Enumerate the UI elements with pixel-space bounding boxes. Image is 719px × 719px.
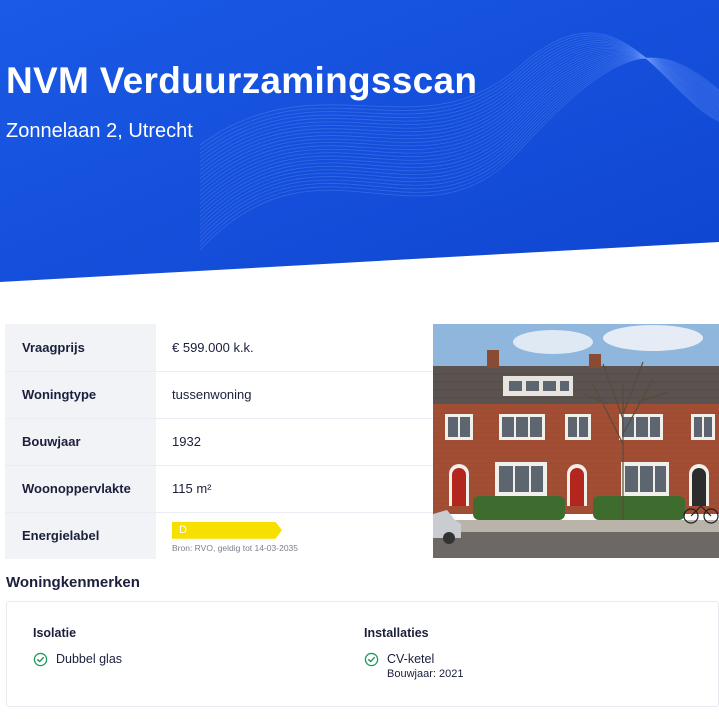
- installaties-item-label: CV-ketel: [387, 652, 435, 666]
- table-row: Woonoppervlakte 115 m²: [5, 465, 433, 513]
- list-item: Dubbel glas: [33, 652, 122, 667]
- house-photo: [433, 324, 719, 558]
- row-label-woonoppervlakte: Woonoppervlakte: [5, 465, 156, 513]
- row-value-energielabel: D Bron: RVO, geldig tot 14-03-2035: [156, 512, 433, 559]
- isolatie-item-label: Dubbel glas: [56, 652, 123, 666]
- features-card: Isolatie Dubbel glas Installaties CV-ket…: [6, 601, 719, 707]
- property-address: Zonnelaan 2, Utrecht: [6, 120, 193, 142]
- row-value-woningtype: tussenwoning: [156, 371, 433, 419]
- table-row: Vraagprijs € 599.000 k.k.: [5, 324, 433, 372]
- row-label-vraagprijs: Vraagprijs: [5, 324, 156, 372]
- isolatie-column: Isolatie Dubbel glas: [33, 626, 122, 667]
- page-title: NVM Verduurzamingsscan: [6, 60, 478, 101]
- energy-label-source: Bron: RVO, geldig tot 14-03-2035: [172, 542, 299, 553]
- table-row: Woningtype tussenwoning: [5, 371, 433, 419]
- check-circle-icon: [364, 652, 379, 667]
- isolatie-title: Isolatie: [33, 626, 77, 640]
- table-row: Energielabel D Bron: RVO, geldig tot 14-…: [5, 512, 433, 559]
- installaties-title: Installaties: [364, 626, 429, 640]
- list-item: CV-ketel Bouwjaar: 2021: [364, 652, 463, 680]
- section-title-woningkenmerken: Woningkenmerken: [6, 574, 140, 591]
- installaties-item-sub: Bouwjaar: 2021: [387, 668, 464, 680]
- row-label-bouwjaar: Bouwjaar: [5, 418, 156, 466]
- row-value-woonoppervlakte: 115 m²: [156, 465, 433, 513]
- hero-banner: NVM Verduurzamingsscan Zonnelaan 2, Utre…: [0, 0, 719, 290]
- installaties-column: Installaties CV-ketel Bouwjaar: 2021: [364, 626, 463, 680]
- row-value-vraagprijs: € 599.000 k.k.: [156, 324, 433, 372]
- row-label-woningtype: Woningtype: [5, 371, 156, 419]
- check-circle-icon: [33, 652, 48, 667]
- hero-background: [0, 0, 719, 282]
- row-label-energielabel: Energielabel: [5, 512, 156, 559]
- table-row: Bouwjaar 1932: [5, 418, 433, 466]
- energy-label-badge: D: [172, 521, 282, 539]
- property-details-table: Vraagprijs € 599.000 k.k. Woningtype tus…: [5, 324, 433, 559]
- row-value-bouwjaar: 1932: [156, 418, 433, 466]
